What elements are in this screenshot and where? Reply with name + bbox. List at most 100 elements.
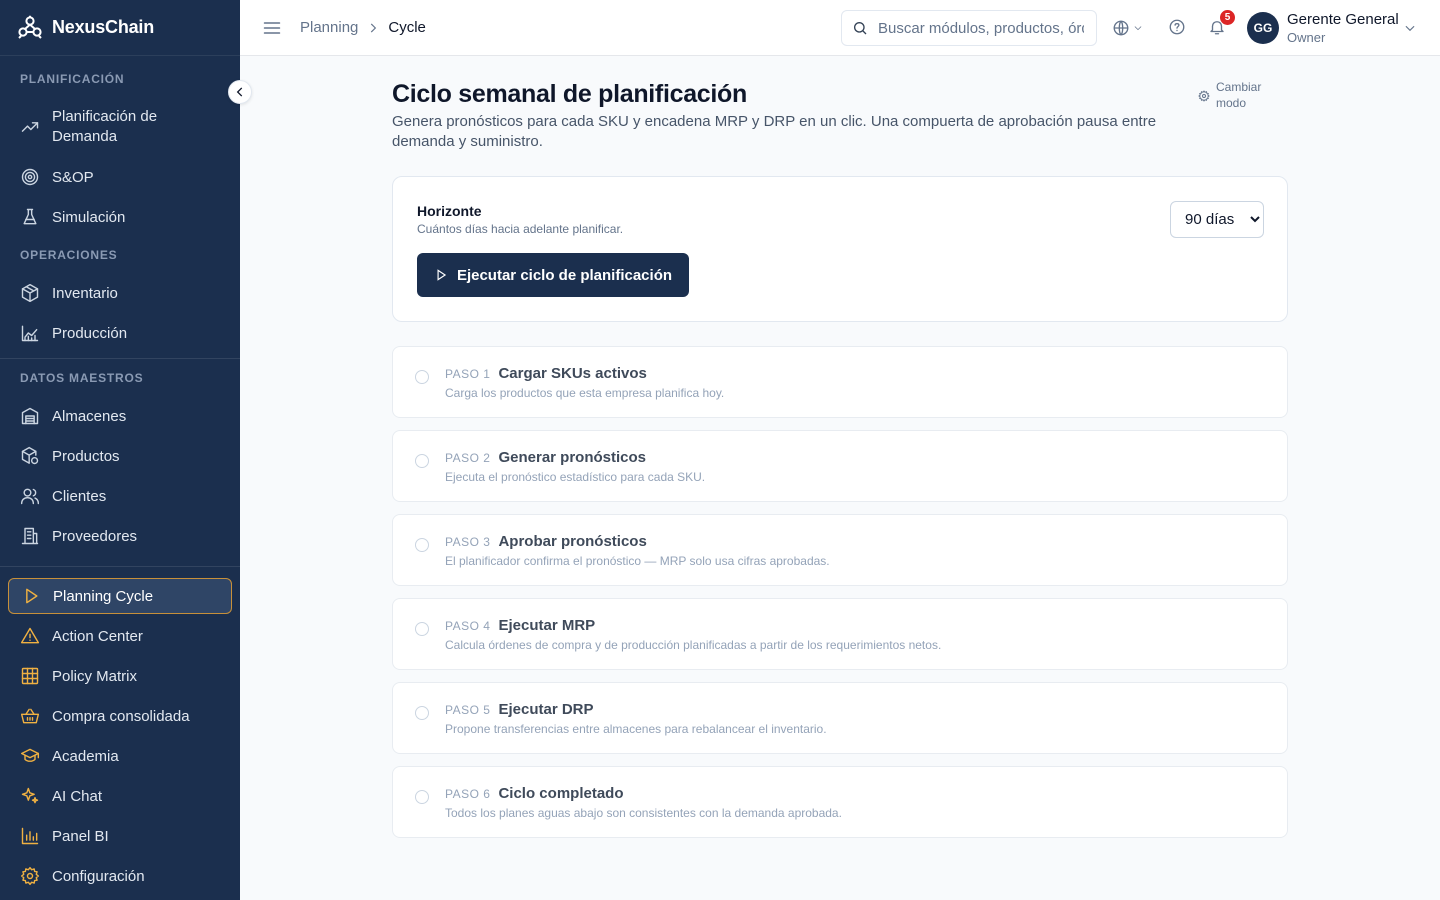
step-status-indicator — [415, 370, 429, 384]
horizon-card: Horizonte Cuántos días hacia adelante pl… — [392, 176, 1288, 322]
step-title: Ejecutar MRP — [498, 617, 596, 634]
sidebar-item-produccion[interactable]: Producción — [8, 313, 232, 353]
language-selector[interactable] — [1112, 18, 1146, 38]
hamburger-icon — [263, 21, 281, 34]
package-icon — [20, 283, 40, 303]
sidebar-item-label: Action Center — [52, 627, 143, 645]
step-number: PASO 4 — [445, 619, 491, 633]
search-input[interactable] — [878, 19, 1084, 37]
change-mode-button[interactable]: Cambiar modo — [1198, 79, 1276, 111]
warehouse-icon — [20, 406, 40, 426]
horizon-subtitle: Cuántos días hacia adelante planificar. — [417, 222, 624, 236]
sidebar-item-label: Productos — [52, 447, 120, 465]
step-description: El planificador confirma el pronóstico —… — [445, 554, 830, 568]
avatar[interactable]: GG — [1247, 12, 1279, 44]
step-number: PASO 3 — [445, 535, 491, 549]
sidebar-item-action-center[interactable]: Action Center — [8, 616, 232, 656]
sidebar-item-compra-consolidada[interactable]: Compra consolidada — [8, 696, 232, 736]
step-title: Generar pronósticos — [498, 449, 647, 466]
change-mode-label: Cambiar modo — [1216, 80, 1262, 110]
play-icon — [21, 586, 41, 606]
play-icon — [437, 269, 447, 281]
menu-button[interactable] — [262, 18, 282, 38]
step-description: Carga los productos que esta empresa pla… — [445, 386, 725, 400]
step-title: Ejecutar DRP — [498, 701, 594, 718]
help-button[interactable] — [1168, 18, 1188, 38]
user-name: Gerente General — [1287, 11, 1399, 28]
step-number: PASO 5 — [445, 703, 491, 717]
sidebar-collapse-button[interactable] — [228, 80, 252, 104]
products-icon — [20, 446, 40, 466]
help-circle-icon — [1169, 19, 1185, 35]
brand-name: NexusChain — [52, 17, 155, 37]
horizon-select[interactable]: 90 días — [1170, 201, 1264, 238]
sidebar-item-label: S&OP — [52, 168, 94, 186]
step-title: Cargar SKUs activos — [498, 365, 647, 382]
sidebar-item-inventario[interactable]: Inventario — [8, 273, 232, 313]
step-number: PASO 2 — [445, 451, 491, 465]
step-description: Ejecuta el pronóstico estadístico para c… — [445, 470, 706, 484]
step-card: PASO 2 Generar pronósticos Ejecuta el pro… — [392, 430, 1288, 502]
sidebar-item-clientes[interactable]: Clientes — [8, 476, 232, 516]
breadcrumb: Planning Cycle — [300, 19, 426, 36]
sidebar-item-almacenes[interactable]: Almacenes — [8, 396, 232, 436]
top-header: Planning Cycle 5 GG Gerente General Owne… — [240, 0, 1440, 56]
settings-icon — [1198, 90, 1210, 102]
user-menu[interactable]: Gerente General Owner — [1287, 11, 1399, 46]
chevron-left-icon — [236, 87, 243, 97]
notification-badge: 5 — [1220, 10, 1235, 25]
chevron-down-icon[interactable] — [1403, 21, 1417, 35]
settings-icon — [20, 866, 40, 886]
step-card: PASO 4 Ejecutar MRP Calcula órdenes de co… — [392, 598, 1288, 670]
step-status-indicator — [415, 706, 429, 720]
sidebar-item-label: AI Chat — [52, 787, 103, 805]
sidebar-item-label: Almacenes — [52, 407, 127, 425]
user-role: Owner — [1287, 30, 1326, 45]
nexuschain-logo-icon — [18, 15, 42, 39]
breadcrumb-planning[interactable]: Planning — [300, 19, 358, 36]
step-card: PASO 3 Aprobar pronósticos El planificado… — [392, 514, 1288, 586]
sidebar-item-simulacion[interactable]: Simulación — [8, 197, 232, 237]
run-planning-cycle-button[interactable]: Ejecutar ciclo de planificación — [417, 253, 689, 297]
factory-icon — [20, 323, 40, 343]
sidebar-item-planning-cycle[interactable]: Planning Cycle — [8, 578, 232, 614]
sidebar-item-label: Panel BI — [52, 827, 109, 845]
step-title: Aprobar pronósticos — [498, 533, 647, 550]
users-icon — [20, 486, 40, 506]
page-title: Ciclo semanal de planificación — [392, 80, 748, 108]
sidebar-item-label: Planificación de Demanda — [52, 108, 158, 145]
step-number: PASO 1 — [445, 367, 491, 381]
basket-icon — [20, 706, 40, 726]
step-status-indicator — [415, 622, 429, 636]
run-button-label: Ejecutar ciclo de planificación — [456, 266, 673, 284]
sidebar-item-label: Academia — [52, 747, 119, 765]
step-card: PASO 5 Ejecutar DRP Propone transferencia… — [392, 682, 1288, 754]
breadcrumb-current: Cycle — [388, 19, 426, 36]
sidebar-item-panel-bi[interactable]: Panel BI — [8, 816, 232, 856]
sidebar-item-label: Configuración — [52, 867, 145, 885]
brand[interactable]: NexusChain — [0, 0, 240, 56]
sidebar-item-sop[interactable]: S&OP — [8, 157, 232, 197]
step-description: Calcula órdenes de compra y de producció… — [445, 638, 942, 652]
step-status-indicator — [415, 454, 429, 468]
chevron-right-icon — [366, 21, 380, 35]
search-box[interactable] — [841, 10, 1097, 46]
sidebar-divider — [0, 566, 240, 567]
sidebar-item-planificacion-demanda[interactable]: Planificación de Demanda — [8, 97, 232, 157]
target-icon — [20, 167, 40, 187]
sidebar-item-policy-matrix[interactable]: Policy Matrix — [8, 656, 232, 696]
sidebar-item-proveedores[interactable]: Proveedores — [8, 516, 232, 556]
graduation-cap-icon — [20, 746, 40, 766]
sidebar-item-academia[interactable]: Academia — [8, 736, 232, 776]
sidebar-item-configuracion[interactable]: Configuración — [8, 856, 232, 896]
step-card: PASO 1 Cargar SKUs activos Carga los prod… — [392, 346, 1288, 418]
step-number: PASO 6 — [445, 787, 491, 801]
step-title: Ciclo completado — [498, 785, 624, 802]
section-title-operaciones: OPERACIONES — [20, 248, 118, 262]
grid-icon — [20, 666, 40, 686]
sidebar-item-productos[interactable]: Productos — [8, 436, 232, 476]
sidebar-item-ai-chat[interactable]: AI Chat — [8, 776, 232, 816]
sidebar-item-label: Policy Matrix — [52, 667, 138, 685]
sidebar-item-label: Clientes — [52, 487, 107, 505]
flask-icon — [20, 207, 40, 227]
